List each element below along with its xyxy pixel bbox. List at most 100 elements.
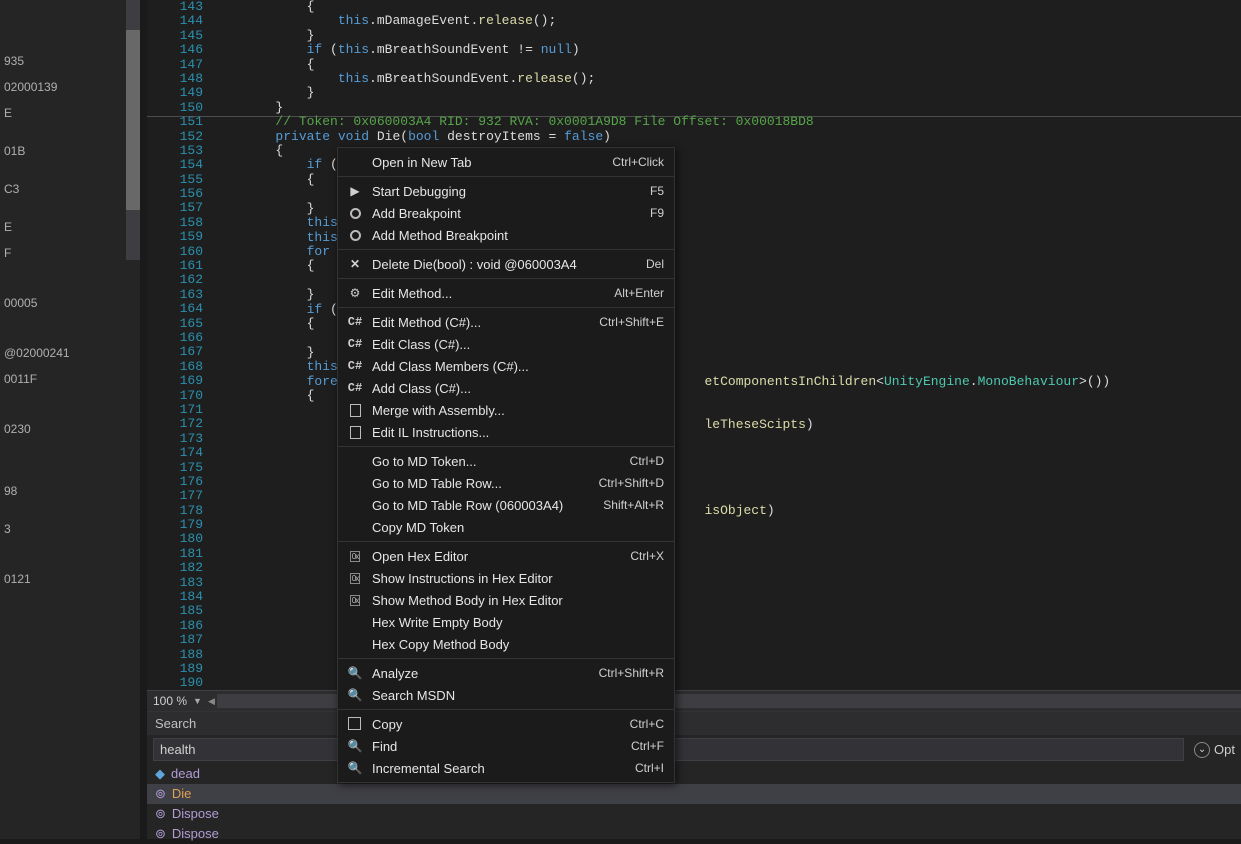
- search-result-item[interactable]: ⊚Dispose: [147, 824, 1241, 844]
- code-line[interactable]: {: [213, 0, 1241, 14]
- code-line[interactable]: {: [213, 58, 1241, 72]
- context-menu[interactable]: Open in New TabCtrl+Click ▶Start Debuggin…: [337, 147, 675, 783]
- line-number: 152: [147, 130, 203, 144]
- tree-item[interactable]: [0, 458, 140, 462]
- code-line[interactable]: }: [213, 101, 1241, 115]
- line-number: 187: [147, 633, 203, 647]
- menu-item[interactable]: Go to MD Table Row (060003A4)Shift+Alt+R: [338, 494, 674, 516]
- menu-item-shortcut: Ctrl+D: [630, 454, 664, 468]
- code-line[interactable]: if (this.mBreathSoundEvent != null): [213, 43, 1241, 57]
- sidebar-scrollbar-thumb[interactable]: [126, 30, 140, 210]
- menu-item-label: Copy MD Token: [372, 520, 664, 535]
- menu-item-label: Copy: [372, 717, 630, 732]
- tree-item[interactable]: [0, 320, 140, 324]
- menu-item[interactable]: CopyCtrl+C: [338, 713, 674, 735]
- menu-item[interactable]: C#Edit Class (C#)...: [338, 333, 674, 355]
- menu-item[interactable]: Open in New TabCtrl+Click: [338, 151, 674, 173]
- csharp-icon: C#: [346, 313, 364, 331]
- line-number: 144: [147, 14, 203, 28]
- tree-item[interactable]: [0, 508, 140, 512]
- menu-item[interactable]: ▶Start DebuggingF5: [338, 180, 674, 202]
- code-line[interactable]: private void Die(bool destroyItems = fal…: [213, 130, 1241, 144]
- tree-item[interactable]: C3: [0, 180, 140, 198]
- tree-item[interactable]: [0, 546, 140, 550]
- tree-item[interactable]: [0, 206, 140, 210]
- menu-item[interactable]: ✕Delete Die(bool) : void @060003A4Del: [338, 253, 674, 275]
- tree-item[interactable]: F: [0, 244, 140, 262]
- line-number: 146: [147, 43, 203, 57]
- search-result-item[interactable]: ◆dead: [147, 764, 1241, 784]
- tree-item[interactable]: 00005: [0, 294, 140, 312]
- menu-item-label: Add Method Breakpoint: [372, 228, 664, 243]
- tree-item[interactable]: 0011F: [0, 370, 140, 388]
- search-result-item[interactable]: ⊚Die: [147, 784, 1241, 804]
- tree-item[interactable]: [0, 408, 140, 412]
- tree-item[interactable]: [0, 558, 140, 562]
- line-number: 172: [147, 417, 203, 431]
- tree-item[interactable]: 02000139: [0, 78, 140, 96]
- menu-item-label: Show Method Body in Hex Editor: [372, 593, 664, 608]
- code-line[interactable]: // Token: 0x060003A4 RID: 932 RVA: 0x000…: [213, 115, 1241, 129]
- tree-item[interactable]: 98: [0, 482, 140, 500]
- menu-item[interactable]: 🔍Search MSDN: [338, 684, 674, 706]
- line-number: 165: [147, 317, 203, 331]
- tree-item[interactable]: 0121: [0, 570, 140, 588]
- menu-item[interactable]: Merge with Assembly...: [338, 399, 674, 421]
- menu-item[interactable]: 0xShow Method Body in Hex Editor: [338, 589, 674, 611]
- tree-item[interactable]: [0, 130, 140, 134]
- sidebar-scrollbar-track[interactable]: [126, 0, 140, 260]
- assembly-tree-panel[interactable]: 93502000139E01BC3EF00005@020002410011F02…: [0, 0, 140, 839]
- menu-item[interactable]: Copy MD Token: [338, 516, 674, 538]
- menu-item-label: Hex Copy Method Body: [372, 637, 664, 652]
- menu-item[interactable]: 0xOpen Hex EditorCtrl+X: [338, 545, 674, 567]
- tree-item[interactable]: [0, 446, 140, 450]
- line-number: 170: [147, 389, 203, 403]
- menu-item[interactable]: Hex Write Empty Body: [338, 611, 674, 633]
- menu-item[interactable]: C#Edit Method (C#)...Ctrl+Shift+E: [338, 311, 674, 333]
- tree-item[interactable]: [0, 270, 140, 274]
- hscroll-left-icon[interactable]: ◀: [208, 696, 215, 707]
- code-line[interactable]: this.mBreathSoundEvent.release();: [213, 72, 1241, 86]
- menu-item[interactable]: Edit IL Instructions...: [338, 421, 674, 443]
- zoom-dropdown-icon[interactable]: ▼: [193, 696, 202, 706]
- menu-item[interactable]: C#Add Class Members (C#)...: [338, 355, 674, 377]
- tree-item[interactable]: E: [0, 104, 140, 122]
- csharp-icon: C#: [346, 357, 364, 375]
- tree-item[interactable]: @02000241: [0, 344, 140, 362]
- tree-item[interactable]: 935: [0, 52, 140, 70]
- tree-item[interactable]: 0230: [0, 420, 140, 438]
- menu-item[interactable]: Go to MD Token...Ctrl+D: [338, 450, 674, 472]
- search-icon: 🔍: [346, 737, 364, 755]
- tree-item[interactable]: [0, 332, 140, 336]
- tree-item[interactable]: E: [0, 218, 140, 236]
- zoom-level[interactable]: 100 %: [153, 694, 187, 708]
- menu-item[interactable]: 🔍Incremental SearchCtrl+I: [338, 757, 674, 779]
- search-panel-title: Search: [147, 712, 1241, 735]
- menu-item-label: Start Debugging: [372, 184, 650, 199]
- menu-item[interactable]: C#Add Class (C#)...: [338, 377, 674, 399]
- code-editor[interactable]: 1431441451461471481491501511521531541551…: [147, 0, 1241, 688]
- search-options-button[interactable]: ⌄ Opt: [1194, 742, 1235, 758]
- breakpoint-icon: [346, 204, 364, 222]
- tree-item[interactable]: [0, 282, 140, 286]
- menu-item[interactable]: 🔍FindCtrl+F: [338, 735, 674, 757]
- code-line[interactable]: this.mDamageEvent.release();: [213, 14, 1241, 28]
- code-line[interactable]: }: [213, 29, 1241, 43]
- tree-item[interactable]: 01B: [0, 142, 140, 160]
- menu-item[interactable]: Add BreakpointF9: [338, 202, 674, 224]
- menu-item[interactable]: Add Method Breakpoint: [338, 224, 674, 246]
- menu-item[interactable]: 🔍AnalyzeCtrl+Shift+R: [338, 662, 674, 684]
- search-result-item[interactable]: ⊚Dispose: [147, 804, 1241, 824]
- tree-item[interactable]: [0, 470, 140, 474]
- code-line[interactable]: }: [213, 86, 1241, 100]
- field-icon: ◆: [155, 766, 165, 781]
- delete-icon: ✕: [346, 255, 364, 273]
- tree-item[interactable]: [0, 396, 140, 400]
- tree-item[interactable]: 3: [0, 520, 140, 538]
- tree-item[interactable]: [0, 168, 140, 172]
- menu-item-label: Open in New Tab: [372, 155, 612, 170]
- menu-item[interactable]: 0xShow Instructions in Hex Editor: [338, 567, 674, 589]
- menu-item[interactable]: ⚙Edit Method...Alt+Enter: [338, 282, 674, 304]
- menu-item[interactable]: Hex Copy Method Body: [338, 633, 674, 655]
- menu-item[interactable]: Go to MD Table Row...Ctrl+Shift+D: [338, 472, 674, 494]
